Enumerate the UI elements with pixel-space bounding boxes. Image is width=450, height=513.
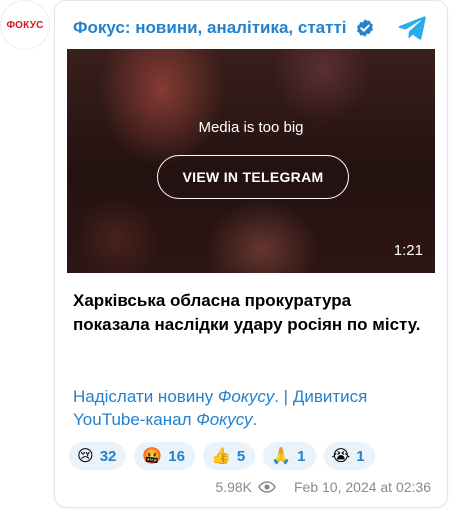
reaction-praying[interactable]: 🙏 1 [263,442,316,470]
praying-hands-icon: 🙏 [271,446,292,465]
reaction-crying[interactable]: 😢 32 [69,442,127,470]
send-news-link[interactable]: Надіслати новину Фокусу [73,387,274,406]
send-news-italic: Фокусу [217,387,275,406]
crying-face-icon: 😢 [77,446,94,465]
reaction-angry[interactable]: 🤬 16 [134,442,195,470]
reaction-count: 1 [297,447,306,465]
telegram-share-icon[interactable] [397,13,427,41]
links-end: . [252,410,258,429]
post-links: Надіслати новину Фокусу. | Дивитися YouT… [73,385,423,431]
reaction-count: 32 [99,447,117,465]
send-news-text: Надіслати новину [73,387,218,406]
media-too-big-message: Media is too big [198,119,304,136]
post-date[interactable]: Feb 10, 2024 at 02:36 [294,479,431,495]
angry-face-icon: 🤬 [142,446,163,465]
video-media[interactable]: Media is too big VIEW IN TELEGRAM 1:21 [67,49,435,273]
eye-icon [258,481,276,493]
reaction-loudly-crying[interactable]: 😭 1 [323,442,375,470]
post-text: Харківська обласна прокуратура показала … [73,291,421,334]
channel-avatar[interactable]: ФОКУС [0,0,50,50]
reaction-count: 16 [168,447,185,465]
reaction-count: 1 [356,447,365,465]
message-footer: 5.98K Feb 10, 2024 at 02:36 [215,479,431,495]
reaction-count: 5 [236,447,246,465]
avatar-logo-text: ФОКУС [6,19,44,31]
reactions-bar: 😢 32 🤬 16 👍 5 🙏 1 😭 1 [69,442,375,470]
view-in-telegram-button[interactable]: VIEW IN TELEGRAM [157,155,349,199]
watch-youtube-italic: Фокусу [196,410,253,429]
loudly-crying-face-icon: 😭 [331,446,351,465]
video-duration: 1:21 [393,242,423,259]
reaction-thumbs-up[interactable]: 👍 5 [202,442,256,470]
channel-name[interactable]: Фокус: новини, аналітика, статті [73,18,347,38]
message-card: Фокус: новини, аналітика, статті Media i… [54,0,448,508]
thumbs-up-icon: 👍 [210,446,231,465]
view-count: 5.98K [215,479,252,495]
message-header: Фокус: новини, аналітика, статті [73,13,437,43]
links-separator: . | [274,387,293,406]
verified-badge-icon [356,19,373,37]
